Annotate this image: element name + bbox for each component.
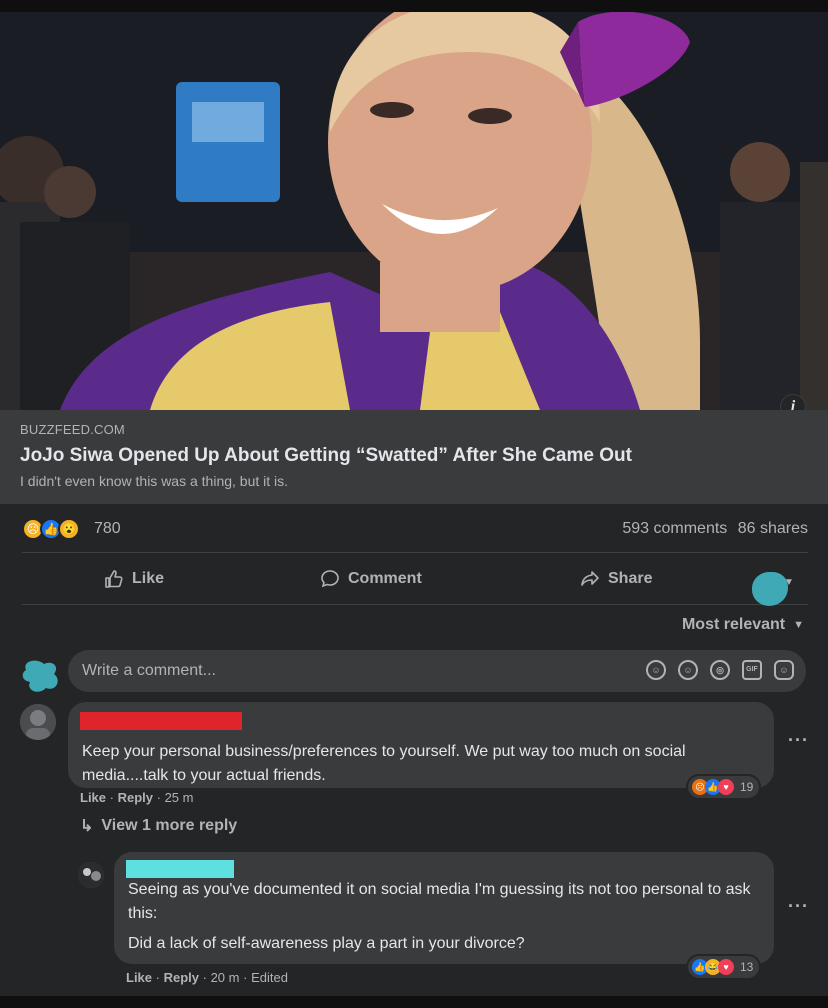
- comment-reaction-count: 19: [740, 780, 754, 794]
- comment-input-placeholder: Write a comment...: [82, 662, 216, 679]
- view-more-label: View 1 more reply: [101, 817, 238, 834]
- reply-reaction-count: 13: [740, 960, 754, 974]
- top-frame-bar: [0, 0, 828, 12]
- reply-bubble: Seeing as you've documented it on social…: [114, 852, 774, 964]
- comment-meta: Like · Reply · 25 m: [80, 790, 194, 805]
- redacted-replier-name[interactable]: [126, 860, 234, 878]
- reaction-count[interactable]: 780: [94, 520, 121, 538]
- camera-icon[interactable]: ◎: [710, 660, 730, 680]
- reactions-summary: ☹ 👍 😮 780 593 comments 86 shares: [22, 516, 808, 544]
- post-actions: Like Comment Share: [22, 560, 808, 598]
- share-label: Share: [608, 570, 653, 587]
- user-avatar[interactable]: [20, 656, 64, 696]
- sticker-icon[interactable]: ☺: [646, 660, 666, 680]
- bottom-frame-bar: [0, 996, 828, 1008]
- comment-like-link[interactable]: Like: [80, 790, 106, 805]
- divider: [22, 552, 808, 553]
- sort-dropdown[interactable]: Most relevant ▼: [682, 616, 804, 634]
- view-more-replies[interactable]: ↳ View 1 more reply: [80, 816, 237, 836]
- comment-button[interactable]: Comment: [320, 560, 422, 598]
- link-source: BUZZFEED.COM: [20, 422, 125, 437]
- reply-like-link[interactable]: Like: [126, 970, 152, 985]
- comments-shares-counts: 593 comments 86 shares: [616, 520, 808, 538]
- comment-bubble: Keep your personal business/preferences …: [68, 702, 774, 788]
- redacted-commenter-name[interactable]: [80, 712, 242, 730]
- more-options-icon[interactable]: ···: [788, 896, 809, 917]
- comments-count[interactable]: 593 comments: [622, 520, 727, 537]
- comment-reply-link[interactable]: Reply: [118, 790, 153, 805]
- reply-reactions[interactable]: 👍 😂 ♥ 13: [688, 956, 760, 978]
- article-subtitle: I didn't even know this was a thing, but…: [20, 473, 289, 489]
- gif-icon[interactable]: GIF: [742, 660, 762, 680]
- replier-avatar[interactable]: [78, 862, 104, 888]
- comment-text: Keep your personal business/preferences …: [82, 743, 686, 784]
- sort-label: Most relevant: [681, 616, 786, 633]
- emoji-icon[interactable]: ☺: [678, 660, 698, 680]
- chevron-down-icon: ▼: [793, 619, 804, 631]
- more-options-icon[interactable]: ···: [788, 730, 809, 751]
- link-preview[interactable]: BUZZFEED.COM JoJo Siwa Opened Up About G…: [0, 410, 828, 504]
- reply-time[interactable]: 20 m: [211, 970, 240, 985]
- divider: [22, 604, 808, 605]
- reply-text-line1: Seeing as you've documented it on social…: [128, 881, 751, 922]
- composer-icons: ☺ ☺ ◎ GIF ☺: [646, 660, 794, 680]
- like-label: Like: [132, 570, 165, 587]
- share-arrow-icon: [581, 571, 599, 586]
- article-headline[interactable]: JoJo Siwa Opened Up About Getting “Swatt…: [20, 445, 808, 467]
- reply-edited-label[interactable]: Edited: [251, 970, 288, 985]
- reply-reply-link[interactable]: Reply: [164, 970, 199, 985]
- comment-icon: [321, 570, 339, 588]
- article-photo[interactable]: [0, 12, 828, 410]
- heart-reaction-icon: ♥: [718, 959, 734, 975]
- shares-count[interactable]: 86 shares: [738, 520, 808, 537]
- comment-label: Comment: [348, 570, 422, 587]
- comment-reactions[interactable]: ☹ 👍 ♥ 19: [688, 776, 760, 798]
- reply-text-line2: Did a lack of self-awareness play a part…: [128, 935, 525, 952]
- comment-composer: Write a comment... ☺ ☺ ◎ GIF ☺: [20, 650, 808, 696]
- heart-reaction-icon: ♥: [718, 779, 734, 795]
- reply-meta: Like · Reply · 20 m · Edited: [126, 970, 288, 985]
- post-engagement-area: ☹ 👍 😮 780 593 comments 86 shares Like Co…: [0, 504, 828, 996]
- comment-time[interactable]: 25 m: [165, 790, 194, 805]
- thumbs-up-icon: [105, 570, 123, 588]
- commenter-avatar[interactable]: [20, 704, 56, 740]
- reply-arrow-icon: ↳: [80, 818, 94, 835]
- chevron-down-icon[interactable]: ▼: [784, 577, 794, 588]
- like-button[interactable]: Like: [104, 560, 164, 598]
- wow-reaction-icon: 😮: [58, 518, 80, 540]
- avatar-sticker-icon[interactable]: ☺: [774, 660, 794, 680]
- share-button[interactable]: Share: [580, 560, 652, 598]
